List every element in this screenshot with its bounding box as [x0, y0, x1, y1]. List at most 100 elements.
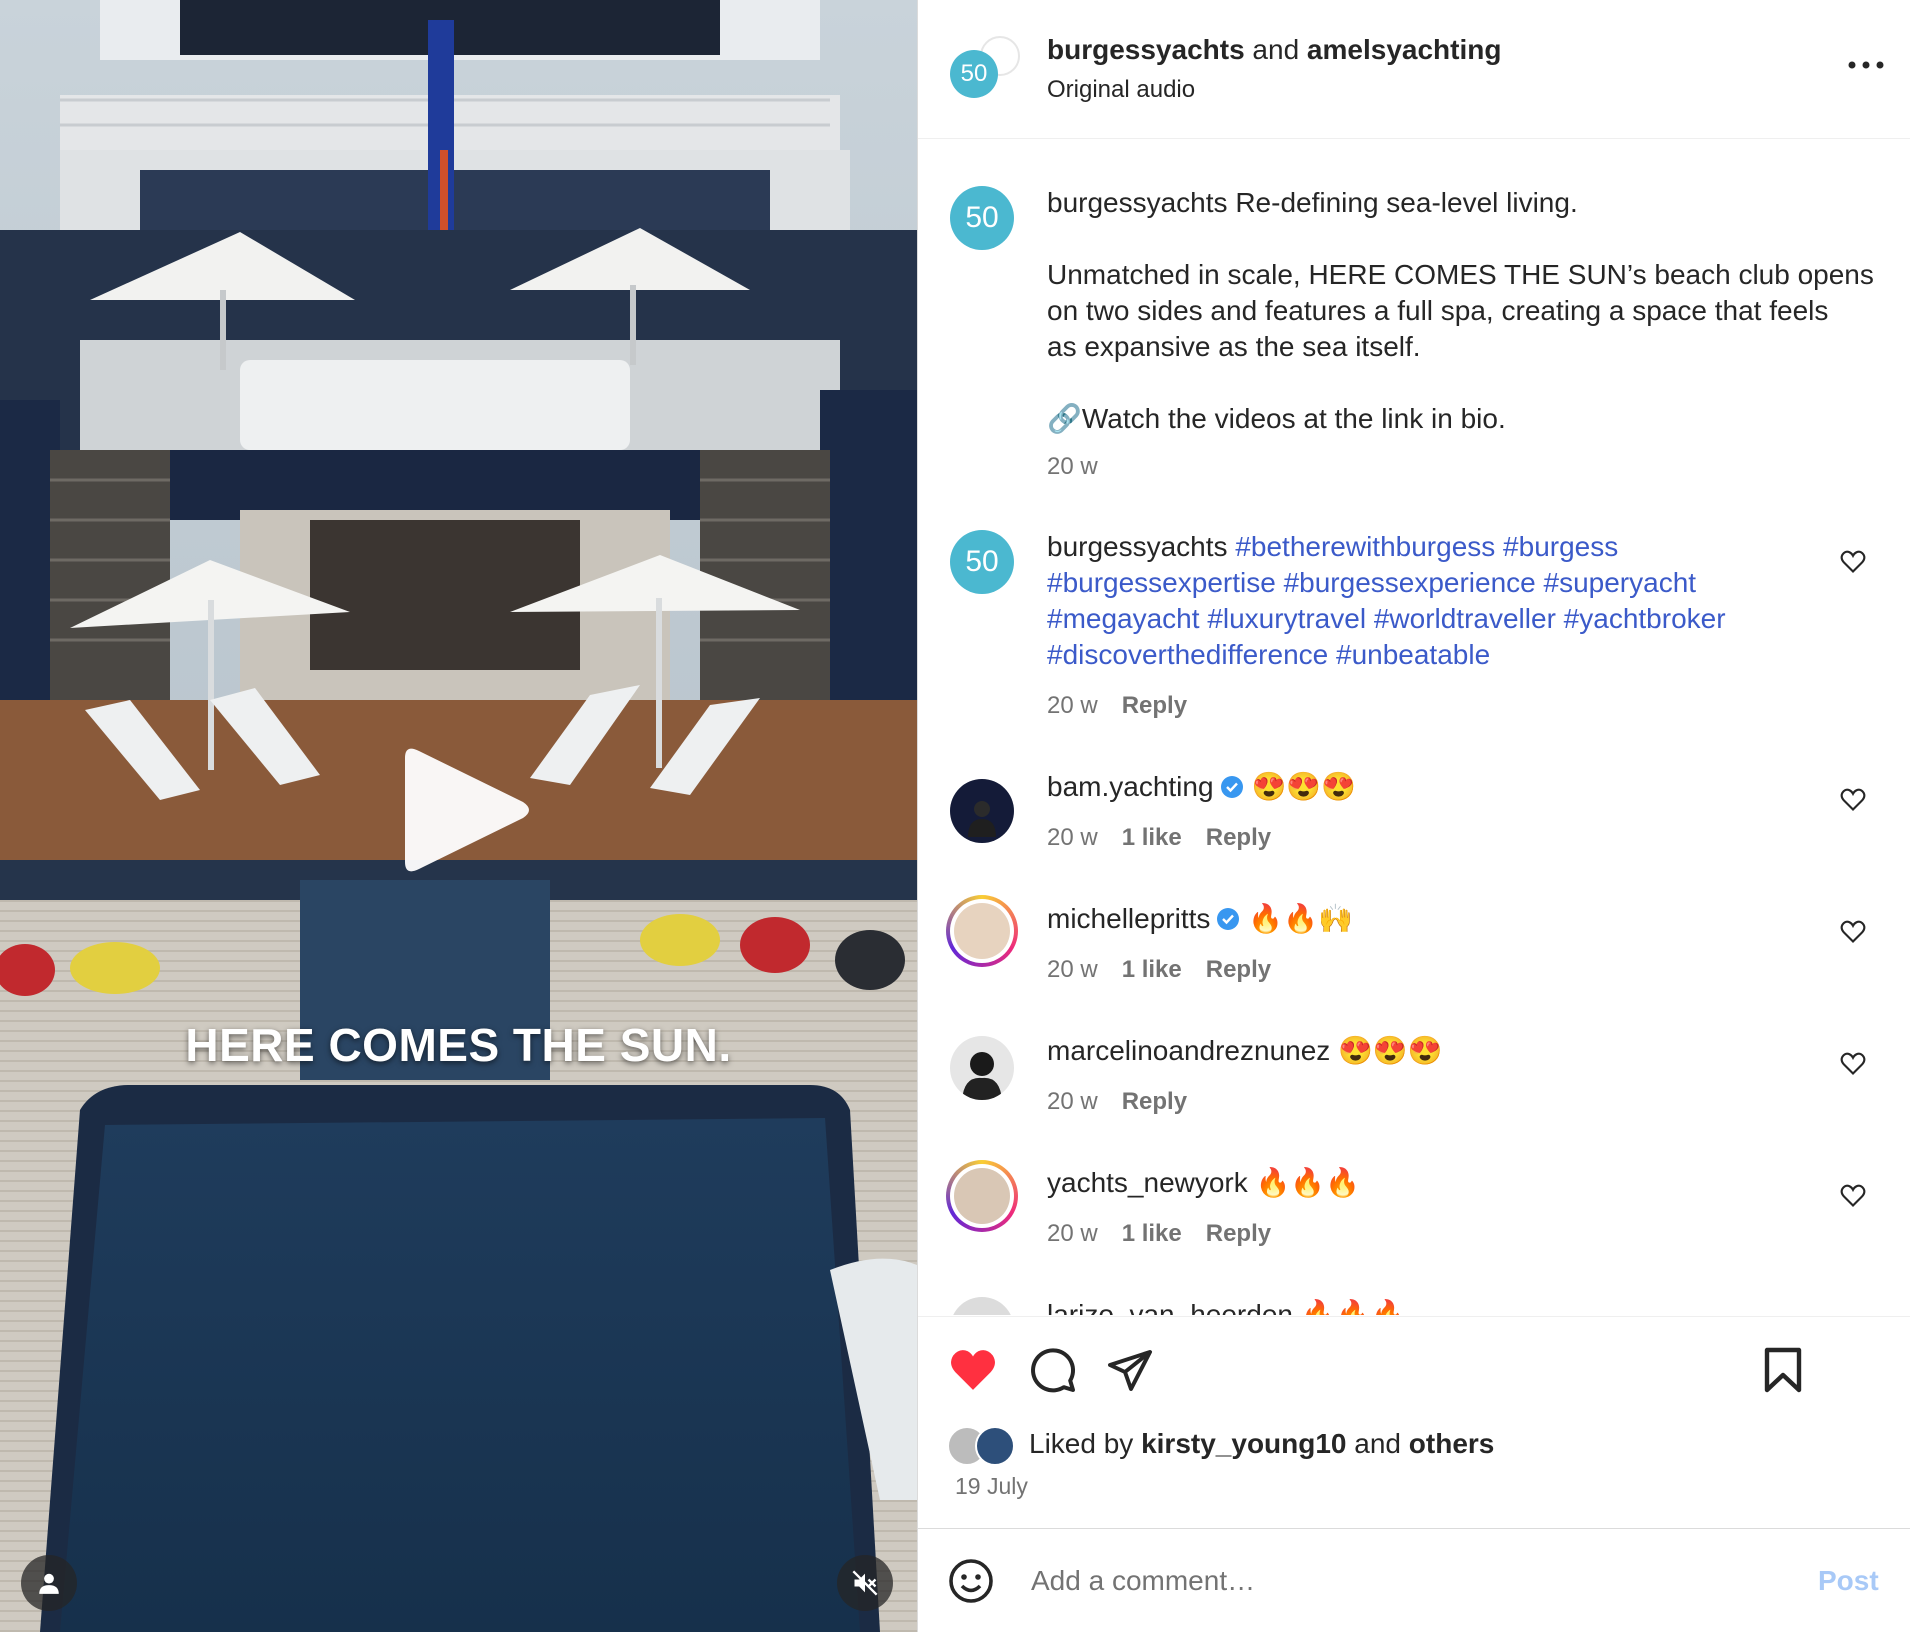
- audio-label[interactable]: Original audio: [1047, 76, 1195, 104]
- reply-button[interactable]: Reply: [1206, 1220, 1271, 1248]
- caption-meta: 20 w: [1047, 453, 1098, 481]
- heart-outline-icon[interactable]: [1839, 917, 1867, 945]
- comment-username[interactable]: burgessyachts: [1047, 531, 1228, 562]
- likes-others-link[interactable]: others: [1409, 1428, 1495, 1460]
- comment-avatar[interactable]: [950, 779, 1014, 843]
- caption-time[interactable]: 20 w: [1047, 453, 1098, 481]
- comment-time[interactable]: 20 w: [1047, 956, 1098, 984]
- heart-outline-icon[interactable]: [1839, 785, 1867, 813]
- comment-time[interactable]: 20 w: [1047, 1088, 1098, 1116]
- comment-text: 🔥🔥🔥: [1255, 1167, 1361, 1198]
- reply-button[interactable]: Reply: [1122, 1088, 1187, 1116]
- comment-username[interactable]: marcelinoandreznunez: [1047, 1035, 1330, 1066]
- comment-meta: 20 w 1 like Reply: [1047, 1220, 1271, 1248]
- comment-avatar[interactable]: [950, 1297, 1014, 1315]
- comment-avatar[interactable]: [950, 1036, 1014, 1100]
- post-viewer: HERE COMES THE SUN. 50 burgessyachts and…: [0, 0, 1910, 1632]
- liked-by-avatars: [947, 1424, 1023, 1466]
- heart-outline-icon[interactable]: [1839, 1049, 1867, 1077]
- comment-body: yachts_newyork 🔥🔥🔥: [1047, 1165, 1360, 1201]
- authors-joiner: and: [1252, 34, 1300, 65]
- bookmark-icon[interactable]: [1760, 1346, 1806, 1399]
- caption-body: Unmatched in scale, HERE COMES THE SUN’s…: [1047, 257, 1874, 365]
- person-icon: [39, 1573, 59, 1594]
- heart-filled-icon[interactable]: [948, 1346, 998, 1397]
- action-bar: [918, 1316, 1910, 1317]
- caption-body-line: Unmatched in scale, HERE COMES THE SUN’s…: [1047, 259, 1874, 290]
- caption-first-line: burgessyachts Re-defining sea-level livi…: [1047, 185, 1578, 221]
- send-icon[interactable]: [1106, 1346, 1154, 1399]
- hashtag-link[interactable]: #burgessexpertise #burgessexperience #su…: [1047, 565, 1726, 601]
- comment-time[interactable]: 20 w: [1047, 1220, 1098, 1248]
- heart-outline-icon[interactable]: [1839, 1181, 1867, 1209]
- comment-username[interactable]: bam.yachting: [1047, 771, 1214, 802]
- avatar-logo-text: 50: [960, 60, 988, 87]
- comment-body: michellepritts 🔥🔥🙌: [1047, 901, 1353, 937]
- avatar-logo-text: 50: [965, 201, 999, 234]
- hashtag-link[interactable]: #betherewithburgess #burgess: [1235, 531, 1618, 562]
- caption-headline: Re-defining sea-level living.: [1235, 187, 1578, 218]
- comment-text: 😍😍😍: [1338, 1035, 1443, 1066]
- add-comment-row: Post: [918, 1528, 1910, 1633]
- smiley-icon[interactable]: [947, 1557, 995, 1610]
- video-caption-overlay: HERE COMES THE SUN.: [185, 1019, 732, 1071]
- comment-time[interactable]: 20 w: [1047, 824, 1098, 852]
- hashtag-link[interactable]: #discoverthedifference #unbeatable: [1047, 637, 1726, 673]
- post-date[interactable]: 19 July: [955, 1473, 1028, 1500]
- comment-body: bam.yachting 😍😍😍: [1047, 769, 1356, 805]
- more-horizontal-icon[interactable]: [1844, 50, 1888, 80]
- comment-avatar[interactable]: 50: [950, 530, 1014, 594]
- comment-username[interactable]: yachts_newyork: [1047, 1167, 1248, 1198]
- caption-body-line: as expansive as the sea itself.: [1047, 331, 1421, 362]
- comment-meta: 20 w Reply: [1047, 1088, 1187, 1116]
- comment-meta: 20 w 1 like Reply: [1047, 824, 1271, 852]
- reply-button[interactable]: Reply: [1122, 692, 1187, 720]
- author-avatar[interactable]: 50: [950, 50, 998, 98]
- liker-avatar[interactable]: [975, 1426, 1015, 1466]
- comment-username[interactable]: michellepritts: [1047, 903, 1210, 934]
- comment-body: larizo_van_heerden 🔥🔥🔥: [1047, 1297, 1405, 1315]
- comment-time[interactable]: 20 w: [1047, 692, 1098, 720]
- caption-avatar[interactable]: 50: [950, 186, 1014, 250]
- comment-likes[interactable]: 1 like: [1122, 824, 1182, 852]
- caption-body-line: on two sides and features a full spa, cr…: [1047, 295, 1829, 326]
- caption-link-line: 🔗Watch the videos at the link in bio.: [1047, 403, 1506, 434]
- avatar-logo-text: 50: [965, 545, 999, 578]
- coauthor-username[interactable]: amelsyachting: [1307, 34, 1502, 65]
- comment-text: 😍😍😍: [1251, 771, 1357, 802]
- liked-by: Liked by kirsty_young10 and others: [947, 1424, 1495, 1466]
- comment-icon[interactable]: [1029, 1346, 1077, 1399]
- add-comment-input[interactable]: [1029, 1555, 1773, 1607]
- hashtag-link[interactable]: #megayacht #luxurytravel #worldtraveller…: [1047, 601, 1726, 637]
- comment-meta: 20 w Reply: [1047, 692, 1187, 720]
- comment-username[interactable]: larizo_van_heerden: [1047, 1299, 1293, 1315]
- comment-text: 🔥🔥🙌: [1248, 903, 1353, 934]
- verified-badge-icon: [1217, 908, 1240, 930]
- comment-text: 🔥🔥🔥: [1300, 1299, 1406, 1315]
- post-side-panel: 50 burgessyachts and amelsyachting Origi…: [917, 0, 1910, 1632]
- speaker-muted-icon: [852, 1570, 878, 1596]
- video-player[interactable]: HERE COMES THE SUN.: [0, 0, 917, 1632]
- comment-body: marcelinoandreznunez 😍😍😍: [1047, 1033, 1443, 1069]
- reply-button[interactable]: Reply: [1206, 824, 1271, 852]
- play-icon[interactable]: [395, 740, 535, 880]
- mute-toggle-button[interactable]: [837, 1555, 893, 1611]
- verified-badge-icon: [1220, 776, 1243, 798]
- comment-meta: 20 w 1 like Reply: [1047, 956, 1271, 984]
- liked-by-prefix: Liked by: [1029, 1428, 1134, 1459]
- reply-button[interactable]: Reply: [1206, 956, 1271, 984]
- comment-likes[interactable]: 1 like: [1122, 956, 1182, 984]
- heart-outline-icon[interactable]: [1839, 547, 1867, 575]
- tagged-users-button[interactable]: [21, 1555, 77, 1611]
- comment-likes[interactable]: 1 like: [1122, 1220, 1182, 1248]
- liker-username[interactable]: kirsty_young10: [1141, 1428, 1346, 1460]
- comment-hashtags: burgessyachts #betherewithburgess #burge…: [1047, 529, 1726, 673]
- author-username[interactable]: burgessyachts: [1047, 34, 1245, 65]
- caption-username[interactable]: burgessyachts: [1047, 187, 1228, 218]
- liked-by-joiner: and: [1354, 1428, 1401, 1459]
- comment-avatar-story-ring[interactable]: [946, 895, 1018, 967]
- post-comment-button[interactable]: Post: [1818, 1565, 1879, 1597]
- post-header: 50 burgessyachts and amelsyachting Origi…: [918, 0, 1910, 139]
- comments-list[interactable]: 50 burgessyachts Re-defining sea-level l…: [918, 139, 1910, 1315]
- comment-avatar-story-ring[interactable]: [946, 1160, 1018, 1232]
